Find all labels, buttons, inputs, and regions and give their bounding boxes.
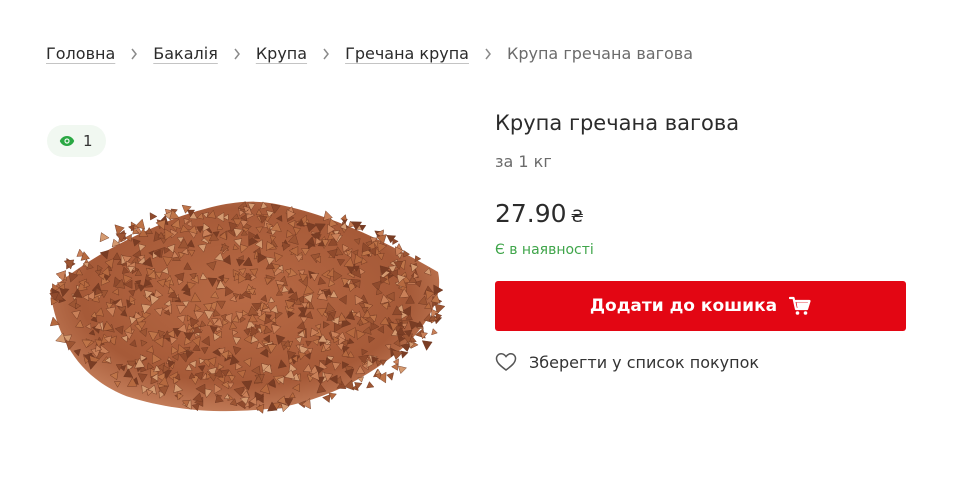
grain xyxy=(63,259,75,270)
grain xyxy=(366,381,375,389)
grain xyxy=(421,340,433,351)
views-count: 1 xyxy=(83,132,93,150)
breadcrumb-current: Крупа гречана вагова xyxy=(506,44,693,63)
grain xyxy=(357,376,364,383)
product-unit: за 1 кг xyxy=(495,152,552,171)
breadcrumb-home[interactable]: Головна xyxy=(46,43,115,65)
grain xyxy=(149,212,158,221)
chevron-right-icon xyxy=(123,43,145,65)
add-to-cart-button[interactable]: Додати до кошика xyxy=(495,281,906,331)
views-badge: 1 xyxy=(47,125,106,157)
product-price: 27.90 ₴ xyxy=(495,198,584,233)
grain xyxy=(99,232,110,243)
breadcrumb-grocery[interactable]: Бакалія xyxy=(153,43,218,65)
grain xyxy=(386,372,394,381)
breadcrumb: Головна Бакалія Крупа Гречана крупа Круп… xyxy=(46,43,693,65)
grain xyxy=(431,328,438,336)
add-to-cart-label: Додати до кошика xyxy=(589,296,778,316)
save-to-list-button[interactable]: Зберегти у список покупок xyxy=(495,352,759,372)
chevron-right-icon xyxy=(315,43,337,65)
chevron-right-icon xyxy=(226,43,248,65)
eye-icon xyxy=(59,136,75,146)
product-title: Крупа гречана вагова xyxy=(495,111,740,135)
grain xyxy=(397,365,407,374)
stock-status: Є в наявності xyxy=(495,242,594,258)
breadcrumb-buckwheat[interactable]: Гречана крупа xyxy=(345,43,469,65)
product-image xyxy=(49,201,446,414)
price-value: 27.90 xyxy=(495,199,567,228)
chevron-right-icon xyxy=(477,43,499,65)
heart-icon xyxy=(495,353,517,371)
cart-icon xyxy=(789,296,811,315)
breadcrumb-groats[interactable]: Крупа xyxy=(256,43,307,65)
save-to-list-label: Зберегти у список покупок xyxy=(529,352,760,372)
price-currency: ₴ xyxy=(570,207,584,227)
